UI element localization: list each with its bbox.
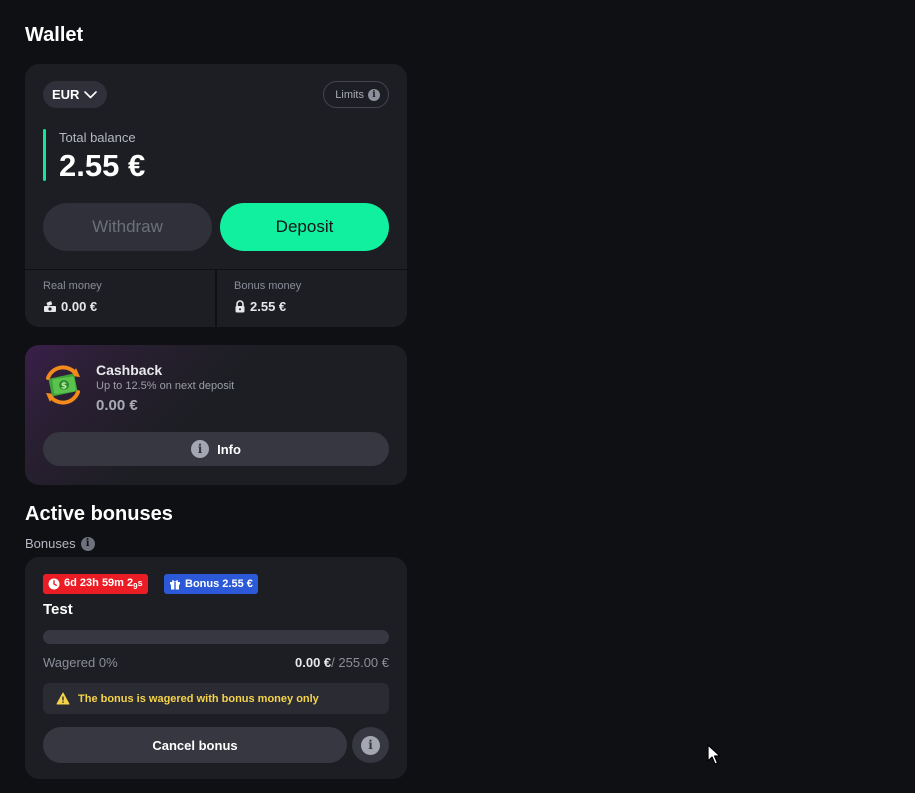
bonus-badge-label: Bonus 2.55 € [185, 578, 253, 590]
cashback-card: $ Cashback Up to 12.5% on next deposit 0… [25, 345, 407, 485]
wagered-amount: 0.00 €/ 255.00 € [295, 655, 389, 670]
limits-label: Limits [335, 88, 364, 101]
timer-minutes: 59m [101, 576, 124, 589]
timer-badge: 6d 23h 59m 29s [43, 574, 148, 594]
total-balance-label: Total balance [59, 130, 136, 145]
gift-icon [170, 580, 180, 590]
wallet-card: EUR Limits i Total balance 2.55 € Withdr… [25, 64, 407, 327]
real-money-value: 0.00 € [43, 299, 97, 314]
deposit-button[interactable]: Deposit [220, 203, 389, 251]
active-bonuses-title: Active bonuses [25, 503, 173, 525]
info-icon: i [191, 440, 210, 458]
wagered-total: / 255.00 € [331, 655, 389, 670]
wallet-page: Wallet EUR Limits i Total balance 2.55 €… [0, 0, 915, 793]
info-icon[interactable]: i [80, 536, 95, 551]
wager-warning: The bonus is wagered with bonus money on… [43, 683, 389, 714]
info-button-label: Info [217, 441, 241, 457]
cashback-value: 0.00 € [96, 397, 138, 414]
wagered-label: Wagered 0% [43, 655, 118, 670]
bonus-amount-badge: Bonus 2.55 € [164, 574, 258, 594]
cashback-title: Cashback [96, 362, 163, 378]
bonus-card: 6d 23h 59m 29s Bonus 2.55 € Test Wagered… [25, 557, 407, 779]
lock-icon [235, 300, 245, 313]
clock-icon [48, 578, 60, 590]
bonus-money-label: Bonus money [234, 280, 302, 292]
warning-text: The bonus is wagered with bonus money on… [78, 692, 319, 705]
wagered-current: 0.00 € [295, 655, 332, 670]
timer-seconds: 29s [127, 577, 143, 591]
balance-accent-bar [43, 129, 46, 181]
wallet-title: Wallet [25, 24, 84, 46]
bonuses-section-label: Bonuses i [25, 536, 95, 551]
bonus-money-value: 2.55 € [234, 299, 286, 314]
limits-button[interactable]: Limits i [323, 81, 389, 108]
bonus-money-amount: 2.55 € [250, 299, 287, 314]
real-money-amount: 0.00 € [61, 299, 98, 314]
timer-seconds-unit: s [137, 577, 143, 588]
chevron-down-icon [84, 90, 98, 98]
currency-label: EUR [52, 87, 80, 102]
bonus-info-button[interactable]: i [352, 727, 389, 763]
cashback-money-icon: $ [46, 365, 80, 405]
bonuses-label: Bonuses [25, 536, 76, 551]
cashback-subtitle: Up to 12.5% on next deposit [96, 380, 235, 392]
currency-select[interactable]: EUR [43, 81, 108, 108]
timer-hours: 23h [79, 576, 99, 589]
cancel-bonus-button[interactable]: Cancel bonus [43, 727, 347, 763]
real-money-label: Real money [43, 280, 102, 292]
info-icon: i [368, 88, 380, 101]
cash-icon [44, 300, 56, 312]
wager-progress-bar [43, 630, 389, 644]
svg-text:$: $ [61, 382, 67, 392]
mouse-cursor-icon [707, 744, 721, 765]
cashback-info-button[interactable]: i Info [43, 432, 389, 466]
bonus-name: Test [43, 601, 73, 618]
info-icon: i [361, 735, 380, 755]
timer-text: 6d 23h 59m 29s [64, 577, 143, 591]
timer-days: 6d [64, 576, 77, 589]
total-balance-value: 2.55 € [59, 148, 146, 183]
divider [215, 269, 217, 327]
warning-icon [56, 692, 70, 705]
withdraw-button[interactable]: Withdraw [43, 203, 212, 251]
